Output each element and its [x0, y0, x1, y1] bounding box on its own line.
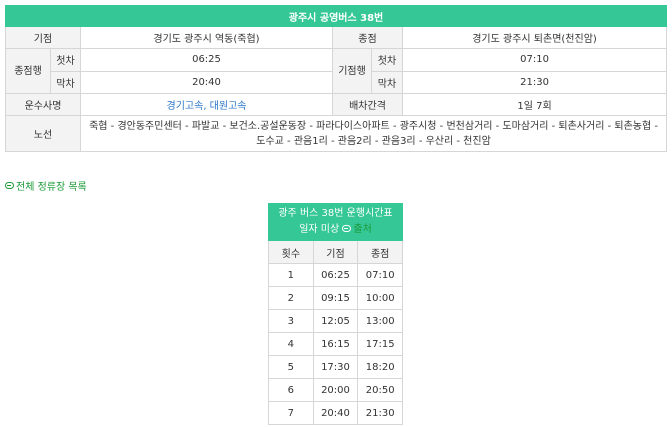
link-icon [342, 225, 352, 232]
trip-start: 20:00 [312, 378, 359, 402]
trip-end: 20:50 [357, 378, 403, 402]
table-row: 6 20:00 20:50 [268, 378, 403, 402]
trip-start: 06:25 [312, 263, 359, 287]
start-value: 경기도 광주시 역동(죽협) [80, 26, 333, 49]
last-bus-time-right: 21:30 [520, 76, 549, 88]
terminal-label-left: 종점행 [6, 49, 51, 93]
route-info-table: 광주시 공영버스 38번 기점 경기도 광주시 역동(죽협) 종점 경기도 광주… [4, 5, 668, 152]
stop-list-link-label: 전체 정류장 목록 [16, 182, 87, 193]
trip-end: 21:30 [357, 401, 403, 425]
terminal-label-right: 기점행 [333, 49, 372, 93]
source-link[interactable]: 출처 [342, 224, 372, 235]
trip-start: 16:15 [312, 332, 359, 356]
end-label: 종점 [332, 26, 403, 49]
table-row: 4 16:15 17:15 [268, 332, 403, 356]
source-link-label: 출처 [353, 224, 372, 235]
table-row: 1 06:25 07:10 [268, 263, 403, 287]
trip-no: 5 [268, 355, 314, 379]
col-header-start: 기점 [312, 240, 359, 264]
timetable-date: 일자 미상 [299, 224, 340, 235]
table-row: 5 17:30 18:20 [268, 355, 403, 379]
first-bus-time-left: 06:25 [81, 49, 332, 72]
trip-start: 09:15 [312, 286, 359, 310]
trip-start: 17:30 [312, 355, 359, 379]
first-bus-label-left: 첫차 [50, 49, 80, 72]
trip-no: 6 [268, 378, 314, 402]
terminal-times-left: 종점행 첫차 막차 [6, 49, 80, 93]
route-title: 광주시 공영버스 38번 [4, 5, 668, 27]
route-stops: 죽협 - 경안동주민센터 - 파발교 - 보건소.공설운동장 - 파라다이스아파… [79, 115, 668, 152]
trip-end: 13:00 [357, 309, 403, 333]
col-header-end: 종점 [357, 240, 403, 264]
trip-end: 18:20 [357, 355, 403, 379]
last-bus-label-right: 막차 [377, 78, 397, 90]
interval-label: 배차간격 [332, 93, 403, 116]
trip-no: 7 [268, 401, 314, 425]
table-row: 2 09:15 10:00 [268, 286, 403, 310]
trip-start: 20:40 [312, 401, 359, 425]
start-label: 기점 [5, 26, 81, 49]
terminal-times-right: 기점행 첫차 막차 [333, 49, 402, 93]
col-header-no: 횟수 [268, 240, 314, 264]
trip-end: 17:15 [357, 332, 403, 356]
first-bus-label-right: 첫차 [371, 49, 402, 72]
interval-value: 1일 7회 [401, 93, 668, 116]
table-row: 7 20:40 21:30 [268, 401, 403, 425]
last-bus-time-left: 20:40 [192, 76, 221, 88]
trip-no: 4 [268, 332, 314, 356]
stop-list-link[interactable]: 전체 정류장 목록 [5, 178, 87, 193]
timetable: 광주 버스 38번 운행시간표 일자 미상 출처 횟수 기점 종점 1 06:25… [268, 203, 403, 425]
end-value: 경기도 광주시 퇴촌면(천진암) [401, 26, 668, 49]
operator-label: 운수사명 [5, 93, 81, 116]
table-row: 3 12:05 13:00 [268, 309, 403, 333]
route-label: 노선 [5, 115, 81, 152]
trip-start: 12:05 [312, 309, 359, 333]
trip-end: 10:00 [357, 286, 403, 310]
operator-link[interactable]: 경기고속, 대원고속 [167, 101, 247, 112]
first-bus-time-right: 07:10 [403, 49, 667, 72]
link-icon [5, 182, 14, 189]
trip-no: 2 [268, 286, 314, 310]
timetable-title: 광주 버스 38번 운행시간표 [278, 208, 393, 219]
trip-no: 1 [268, 263, 314, 287]
trip-end: 07:10 [357, 263, 403, 287]
last-bus-label-left: 막차 [56, 78, 75, 90]
trip-no: 3 [268, 309, 314, 333]
